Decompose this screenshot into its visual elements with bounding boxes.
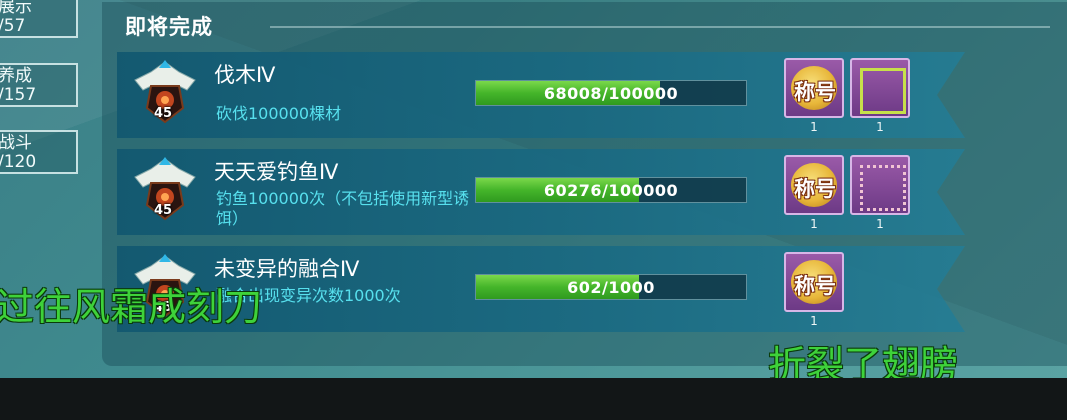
reward-title-label: 称号 [794,274,836,298]
game-scene: 展示 /57 养成 /157 战斗 /120 即将完成 45 伐木Ⅳ 砍伐100… [0,0,1067,378]
progress-text: 602/1000 [567,278,655,297]
tab-battle[interactable]: 战斗 /120 [0,130,78,174]
progress-text: 68008/100000 [543,84,679,103]
achievement-name: 天天爱钓鱼Ⅳ [214,160,339,184]
section-divider [270,26,1050,28]
achievement-row[interactable]: 45 伐木Ⅳ 砍伐100000棵材 68008/100000 称号 1 1 [117,52,965,138]
overlay-caption: 折裂了翅膀 [768,343,959,378]
reward-title-item[interactable]: 称号 [784,58,844,118]
tab-display[interactable]: 展示 /57 [0,0,78,38]
title-token-icon: 称号 [791,163,837,207]
reward-title-item[interactable]: 称号 [784,155,844,215]
tab-battle-count: /120 [0,152,37,172]
progress-bar: 68008/100000 [475,80,747,106]
tab-cultivate-label: 养成 [0,66,32,86]
reward-count: 1 [876,120,884,134]
tab-display-label: 展示 [0,0,32,17]
section-title: 即将完成 [125,15,213,39]
reward-title-label: 称号 [794,80,836,104]
reward-count: 1 [876,217,884,231]
achievement-badge-icon [134,60,196,124]
achievement-row[interactable]: 45 天天爱钓鱼Ⅳ 钓鱼100000次（不包括使用新型诱饵） 60276/100… [117,149,965,235]
overlay-caption: 过往风霜成刻刀 [0,285,263,329]
tab-cultivate-count: /157 [0,85,37,105]
reward-title-label: 称号 [794,177,836,201]
achievement-badge-icon [134,157,196,221]
avatar-frame-icon [860,165,906,211]
achievement-name: 伐木Ⅳ [214,63,276,87]
bottom-bar [0,378,1067,420]
title-token-icon: 称号 [791,260,837,304]
achievement-description: 钓鱼100000次（不包括使用新型诱饵） [216,189,470,228]
achievement-description: 砍伐100000棵材 [216,104,342,123]
reward-count: 1 [810,217,818,231]
progress-bar: 60276/100000 [475,177,747,203]
reward-title-item[interactable]: 称号 [784,252,844,312]
badge-level: 45 [153,106,173,121]
tab-cultivate[interactable]: 养成 /157 [0,63,78,107]
badge-level: 45 [153,203,173,218]
reward-count: 1 [810,120,818,134]
title-token-icon: 称号 [791,66,837,110]
tab-battle-label: 战斗 [0,133,32,153]
progress-text: 60276/100000 [543,181,679,200]
reward-frame-item[interactable] [850,155,910,215]
tab-display-count: /57 [0,16,26,36]
progress-bar: 602/1000 [475,274,747,300]
avatar-frame-icon [860,68,906,114]
reward-frame-item[interactable] [850,58,910,118]
reward-count: 1 [810,314,818,328]
